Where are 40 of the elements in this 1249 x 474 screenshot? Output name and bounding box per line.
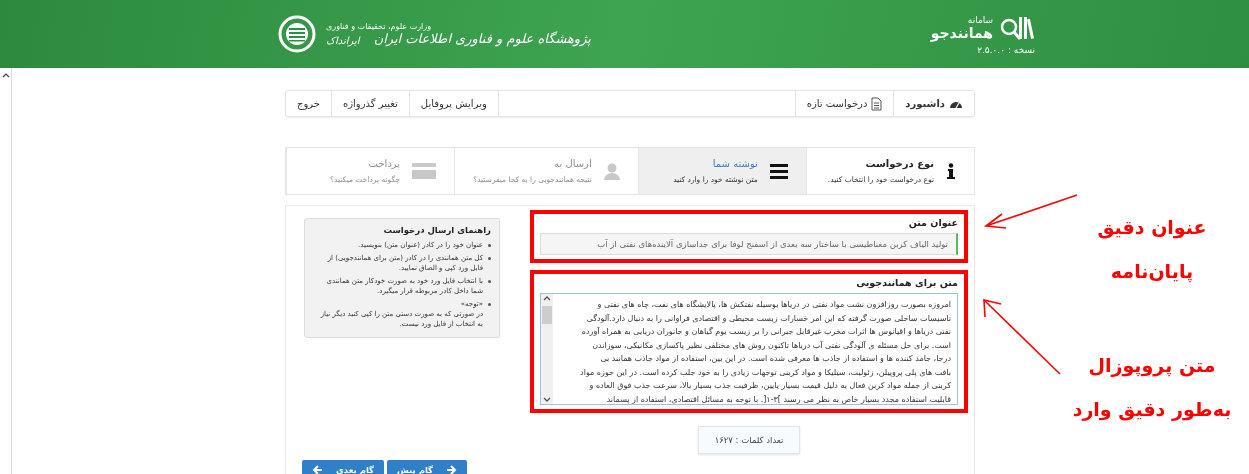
institute-name: پژوهشگاه علوم و فناوری اطلاعات ایران: [373, 31, 591, 46]
ministry-name: وزارت علوم، تحقیقات و فناوری: [326, 22, 431, 31]
bullet-icon: [488, 303, 491, 306]
person-icon: [603, 162, 620, 180]
bullet-icon: [488, 257, 491, 260]
document-icon: [871, 96, 883, 111]
annotation-text: پایان‌نامه: [1110, 260, 1194, 282]
scroll-up-icon[interactable]: [543, 294, 551, 302]
system-label: سامانه: [967, 15, 993, 25]
credit-card-icon: [412, 163, 437, 179]
info-icon: [946, 163, 956, 179]
nav-link[interactable]: درخواست تازه: [794, 91, 894, 116]
nav-link[interactable]: تغییر گذرواژه: [332, 91, 410, 116]
institute-logo-icon: [278, 15, 316, 53]
field-label: عنوان متن: [907, 217, 958, 228]
text-area[interactable]: امروزه بصورت روزافزون نشت مواد نفتی در دریاها بوسیله نفتکش ها، پالایشگاه های نفت، چاه های نفتی و تاسیسات ساحلی صورت گرفته که این امر خسارات زیست محیطی و اقتصادی فراوانی را به دنبال دارد.آلودگی نفتی دریاها و اقیانوس ها اثرات مخرب غیرقابل جبرانی را بر زیست بوم گیاهان و جانوران دریایی به همراه آورده است. برای حل مسئله ی آلودگی نفتی آب دریاها تاکنون روش های مختلفی نظیر پاکسازی مکانیکی، سوزاندن درجا، جامد کننده ها و استفاده از جاذب ها معرفی شده است. در این بین، استفاده از مواد جاذب همانند بی بافت های پلی پروپیلن، زئولیت، سیلیکا و مواد کربنی توجهات زیادی را به خود جلب کرده است. در این حوزه مواد کربنی از جمله مواد کربن فعال به دلیل قیمت بسیار پایین، ظرفیت جذب بسیار بالا، سرعت جذب فوق العاده و قابلیت استفاده مجدد بسیار خاص به نظر می رسند ]۳-۱[. با توجه به مسائل اقتصادی، استفاده از پسماند: [540, 293, 958, 405]
annotation-text: عنوان دقیق: [1097, 216, 1207, 238]
field-label: متن برای همانندجویی: [855, 277, 958, 288]
bullet-icon: [488, 280, 491, 283]
brand-name: ایرانداک: [326, 35, 360, 46]
title-input[interactable]: تولید الیاف کربن مغناطیسی با ساختار سه بعدی از اسفنج لوفا برای جداسازی آلاینده‌های نفتی از آب: [540, 233, 958, 255]
system-name: همانندجو: [930, 25, 993, 41]
step-button[interactable]: گام بعدی: [302, 460, 384, 474]
nav-link[interactable]: داشبورد: [893, 91, 974, 116]
bullet-icon: [488, 244, 491, 247]
nav-link[interactable]: ویرایش پروفایل: [409, 91, 499, 116]
scroll-up-icon[interactable]: [1, 72, 10, 79]
step-button[interactable]: گام پیش: [387, 460, 468, 474]
word-count: تعداد کلمات : ۱۶۲۷: [697, 426, 801, 454]
annotation-text: به‌طور دقیق وارد: [1072, 398, 1232, 420]
annotation-text: متن پروپوزال: [1088, 354, 1216, 376]
scroll-thumb[interactable]: [542, 306, 552, 324]
arrow-icon: [445, 464, 458, 474]
version-label: نسخه : ۲.۵.۰.۰: [977, 45, 1035, 55]
menu-lines-icon: [769, 163, 788, 179]
arrow-icon: [312, 464, 324, 474]
nav-link[interactable]: خروج: [286, 91, 332, 116]
guide-title: راهنمای ارسال درخواست: [382, 225, 491, 235]
scrollbar[interactable]: [541, 294, 553, 404]
scroll-down-icon[interactable]: [543, 396, 551, 404]
